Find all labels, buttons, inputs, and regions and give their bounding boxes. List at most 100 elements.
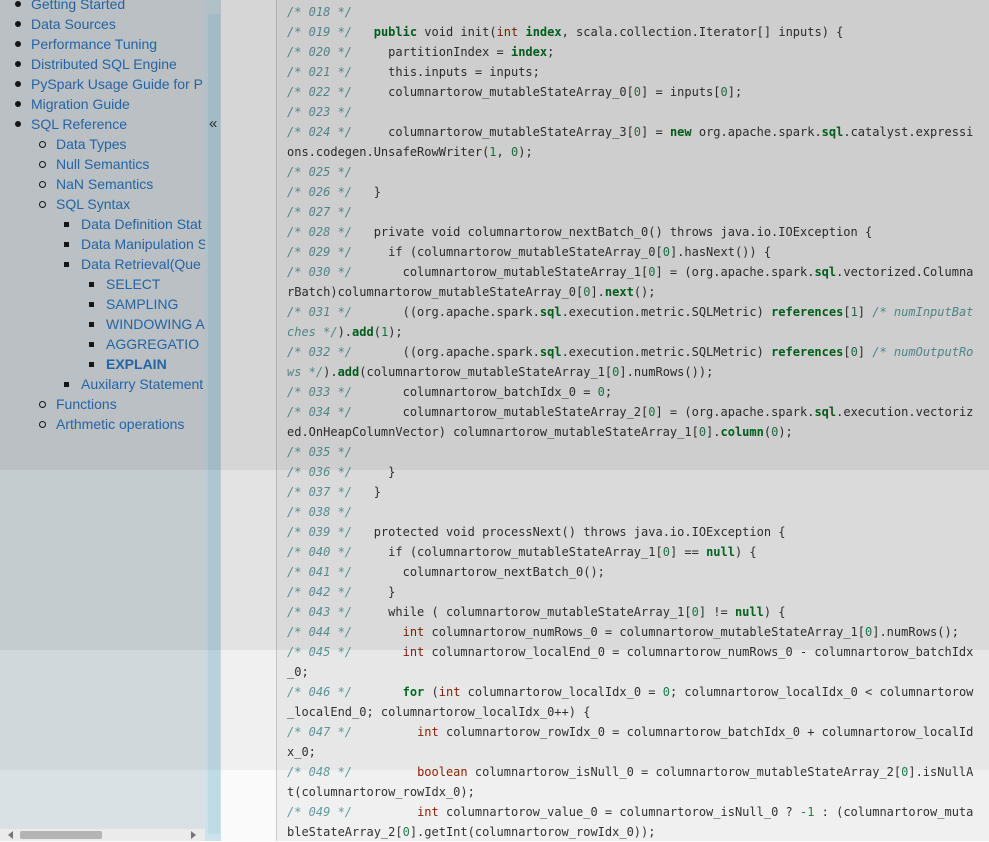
code-token: /* 039 */ [287,525,353,539]
sidebar-item[interactable]: AGGREGATIO [0,334,205,354]
code-token: public [373,25,418,39]
sidebar-item-link[interactable]: Functions [56,394,117,414]
code-token: /* 028 */ [287,225,353,239]
sidebar-item[interactable]: Functions [0,394,205,414]
sidebar-item-link[interactable]: SELECT [106,274,160,294]
sidebar-item-link[interactable]: Null Semantics [56,154,149,174]
code-token: } [352,465,396,479]
code-token: ].numRows(); [872,625,959,639]
code-token: int [402,645,425,659]
code-token: ]; [727,85,743,99]
code-line: /* 020 */ partitionIndex = index; [287,42,977,62]
list-bullet-icon [39,141,46,148]
sidebar-item[interactable]: SQL Reference [0,114,205,134]
sidebar-item-link[interactable]: Migration Guide [31,94,130,114]
code-line: /* 029 */ if (columnartorow_mutableState… [287,242,977,262]
sidebar-item-link[interactable]: Data Retrieval(Que [81,254,201,274]
sidebar-horizontal-scrollbar[interactable] [0,829,205,841]
sidebar-item[interactable]: Data Definition Stat [0,214,205,234]
sidebar-item[interactable]: Distributed SQL Engine [0,54,205,74]
sidebar-item-link[interactable]: Arthmetic operations [56,414,184,434]
sidebar-item-link[interactable]: Data Manipulation S [81,234,205,254]
sidebar-item[interactable]: Data Sources [0,14,205,34]
list-bullet-icon [39,401,46,408]
scroll-right-arrow-icon[interactable] [191,831,196,839]
code-token: for [402,685,425,699]
code-token: /* 044 */ [287,625,353,639]
sidebar-item-link[interactable]: Distributed SQL Engine [31,54,177,74]
code-token: /* 049 */ [287,805,353,819]
code-line: /* 042 */ } [287,582,977,602]
code-token: void init( [417,25,497,39]
code-token: } [352,485,381,499]
sidebar-item-link[interactable]: Performance Tuning [31,34,157,54]
sidebar-item-link[interactable]: NaN Semantics [56,174,153,194]
code-token: columnartorow_isNull_0 = columnartorow_m… [467,765,902,779]
code-token: /* 029 */ [287,245,353,259]
code-token: ]. [706,425,721,439]
code-token: /* 022 */ [287,85,353,99]
code-token: .execution.metric.SQLMetric) [561,305,772,319]
scroll-left-arrow-icon[interactable] [8,831,13,839]
sidebar-item[interactable]: SQL Syntax [0,194,205,214]
scrollbar-thumb[interactable] [20,831,102,839]
sidebar-item[interactable]: NaN Semantics [0,174,205,194]
code-token: int [417,805,439,819]
sidebar-item-link[interactable]: SAMPLING [106,294,178,314]
list-bullet-icon [15,41,21,47]
sidebar-item[interactable]: Data Retrieval(Que [0,254,205,274]
sidebar-item[interactable]: EXPLAIN [0,354,205,374]
code-token: /* 038 */ [287,505,353,519]
code-token: /* 037 */ [287,485,353,499]
sidebar-item-link[interactable]: Auxilarry Statement [81,374,203,394]
sidebar-item-link[interactable]: Data Types [56,134,127,154]
code-line: /* 027 */ [287,202,977,222]
sidebar-item[interactable]: Arthmetic operations [0,414,205,434]
sidebar-item[interactable]: Auxilarry Statement [0,374,205,394]
sidebar-item[interactable]: Data Types [0,134,205,154]
sidebar-item-link[interactable]: AGGREGATIO [106,334,199,354]
sidebar-item-link[interactable]: Data Sources [31,14,116,34]
sidebar-item[interactable]: WINDOWING A [0,314,205,334]
code-token: ((org.apache.spark. [352,305,540,319]
sidebar-item[interactable]: Data Manipulation S [0,234,205,254]
sidebar-item[interactable]: Getting Started [0,0,205,14]
code-line: /* 036 */ } [287,462,977,482]
code-line: /* 032 */ ((org.apache.spark.sql.executi… [287,342,977,382]
sidebar-item-link[interactable]: Data Definition Stat [81,214,202,234]
sidebar-item[interactable]: Null Semantics [0,154,205,174]
list-bullet-icon [15,121,21,127]
sidebar-item-link[interactable]: PySpark Usage Guide for P [31,74,203,94]
code-token: /* 035 */ [287,445,353,459]
sidebar-item[interactable]: Migration Guide [0,94,205,114]
sidebar-item[interactable]: Performance Tuning [0,34,205,54]
code-token: while ( columnartorow_mutableStateArray_… [352,605,692,619]
code-token: ].getInt(columnartorow_rowIdx_0)); [409,825,656,839]
sidebar-item[interactable]: SELECT [0,274,205,294]
code-line: /* 021 */ this.inputs = inputs; [287,62,977,82]
code-token: /* 034 */ [287,405,353,419]
sidebar-item-link[interactable]: SQL Reference [31,114,127,134]
sidebar-item[interactable]: SAMPLING [0,294,205,314]
sidebar-item-link[interactable]: EXPLAIN [106,354,167,374]
sidebar-item-link[interactable]: SQL Syntax [56,194,130,214]
code-token: ( [424,685,439,699]
code-token: 0 [662,245,670,259]
code-token: /* 045 */ [287,645,353,659]
code-token: int [417,725,439,739]
list-bullet-icon [15,81,21,87]
code-token: org.apache.spark. [691,125,822,139]
code-token: next [604,285,634,299]
code-token: ] [857,305,873,319]
sidebar-item[interactable]: PySpark Usage Guide for P [0,74,205,94]
collapse-sidebar-button[interactable]: « [209,114,217,134]
code-token: ] = (org.apache.spark. [655,265,815,279]
code-token: protected void processNext() throws java… [352,525,786,539]
code-token: 0 [633,85,642,99]
sidebar-item-link[interactable]: Getting Started [31,0,125,14]
code-token: ) { [763,605,786,619]
sidebar-item-link[interactable]: WINDOWING A [106,314,205,334]
list-bullet-icon [64,242,69,247]
